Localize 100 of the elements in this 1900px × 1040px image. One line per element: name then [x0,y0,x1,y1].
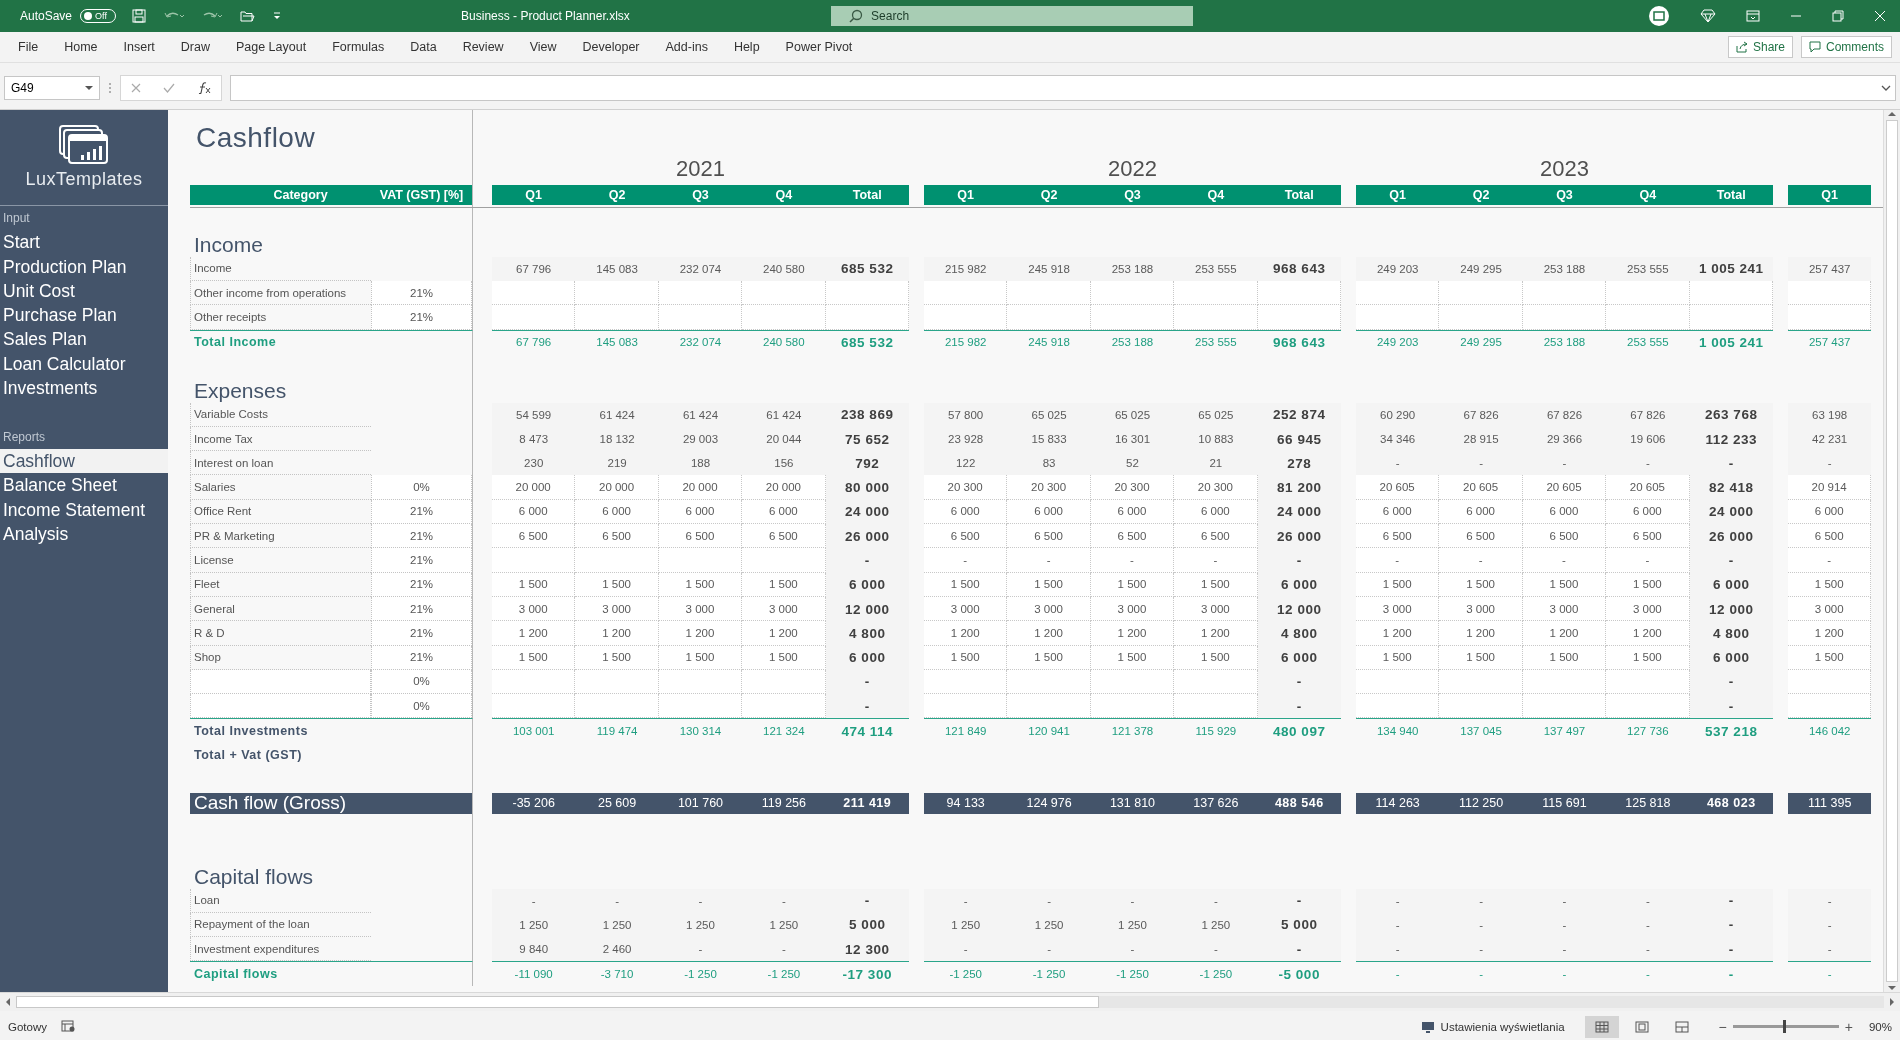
ribbon-tab[interactable]: Home [52,40,110,54]
table-cell-text: - [1727,552,1735,570]
sidebar-item[interactable]: Unit Cost [0,278,168,304]
sidebar-item[interactable]: Analysis [0,521,168,547]
macro-record-icon[interactable] [61,1019,75,1032]
close-icon[interactable] [1874,10,1886,22]
table-cell-text: 112 233 [1704,430,1759,449]
vat-cell: 21% [371,645,472,670]
horizontal-scrollbar[interactable] [0,992,1900,1011]
folder-icon[interactable] [240,10,256,22]
zoom-out-button[interactable]: − [1718,1018,1727,1035]
table-cell-text: 685 532 [840,333,895,352]
table-cell-text: 121 378 [1110,724,1155,740]
table-cell-text: 19 606 [1629,432,1667,447]
ribbon-tab[interactable]: Page Layout [223,40,319,54]
sidebar-item[interactable]: Loan Calculator [0,351,168,377]
logo-icon [59,125,109,165]
function-icon[interactable] [197,82,211,94]
table-cell: 6 000 [1174,499,1258,525]
year-label: 2021 [675,155,726,183]
ribbon-tab[interactable]: File [6,40,51,54]
display-settings-link[interactable]: Ustawienia wyświetlania [1440,1020,1565,1033]
expand-icon[interactable] [1881,85,1891,91]
search-field[interactable]: Search [831,6,1194,26]
table-cell-text: 215 982 [943,261,988,277]
table-cell-text: 75 652 [844,430,891,449]
table-cell: 6 500 [1522,524,1607,549]
ribbon-tab[interactable]: Review [450,40,516,54]
sidebar-item[interactable]: Income Statement [0,497,168,522]
table-cell-text: - [1561,942,1568,958]
table-cell-text: 16 301 [1113,432,1152,447]
ribbon-tab[interactable]: Power Pivot [773,40,865,54]
zoom-slider-thumb[interactable] [1782,1020,1786,1033]
zoom-level[interactable]: 90% [1868,1020,1892,1033]
share-button[interactable]: Share [1727,36,1793,58]
customize-icon[interactable] [273,11,282,21]
name-box[interactable]: G49 [4,76,100,100]
sidebar-item[interactable]: Investments [0,376,168,401]
ribbon-tab[interactable]: Add-ins [653,40,720,54]
ribbon-tab[interactable]: Help [721,40,772,54]
vertical-scrollbar[interactable] [1883,110,1900,992]
sidebar-item[interactable]: Production Plan [0,254,168,279]
table-cell-text: - [1295,940,1303,959]
table-cell: 1 500 [924,572,1008,597]
table-cell: 1 500 [1522,645,1607,670]
ribbon-tab[interactable]: Formulas [320,40,397,54]
table-cell: 1 200 [1439,621,1523,646]
table-cell-text: -1 250 [1031,967,1067,983]
sidebar-item[interactable]: Cashflow [0,448,168,474]
table-cell-text: 67 796 [515,261,553,277]
table-cell-text: 120 941 [1027,724,1071,740]
save-icon[interactable] [132,9,147,23]
normal-view-button[interactable] [1584,1015,1619,1038]
account-icon[interactable] [1648,5,1670,27]
ribbon-display-icon[interactable] [1746,10,1760,22]
table-cell-text: 111 395 [1807,795,1853,813]
table-cell: 20 000 [658,475,743,500]
ribbon-tab[interactable]: Developer [570,40,652,54]
comments-button[interactable]: Comments [1801,36,1892,58]
ribbon-tab[interactable]: Data [398,40,449,54]
table-cell-text: 125 818 [1624,795,1672,813]
column-header: Q2 [1007,184,1091,206]
table-cell: 3 000 [924,596,1008,622]
zoom-in-button[interactable]: + [1844,1018,1853,1035]
total-label: Total Investments [193,723,308,741]
scrollbar-thumb[interactable] [16,996,1100,1008]
table-cell-text: 137 045 [1459,724,1503,740]
table-cell-text: 115 929 [1194,724,1238,740]
table-cell: 1 500 [575,645,659,670]
table-cell-text: 249 203 [1375,261,1420,277]
display-settings-icon[interactable] [1420,1020,1435,1033]
diamond-icon[interactable] [1700,9,1716,23]
table-cell: 1 200 [658,621,743,646]
table-cell-text: -1 250 [1198,967,1234,983]
table-cell-text: 253 555 [1194,261,1238,277]
table-cell-text: - [1478,942,1484,958]
sidebar-item[interactable]: Sales Plan [0,327,168,352]
sidebar-item[interactable]: Balance Sheet [0,473,168,498]
scroll-left-icon[interactable] [4,997,12,1007]
scroll-up-icon[interactable] [1887,110,1897,118]
table-cell-text: 83 [1041,456,1057,472]
table-cell: 1 500 [1606,645,1690,670]
table-cell-text: - [1561,967,1568,983]
ribbon-tab[interactable]: Insert [111,40,167,54]
formula-input[interactable] [230,75,1896,101]
scroll-right-icon[interactable] [1888,997,1896,1007]
sidebar-item[interactable]: Purchase Plan [0,303,168,328]
restore-icon[interactable] [1832,10,1844,22]
table-cell-text: 253 188 [1542,335,1587,351]
ribbon-tab[interactable]: View [517,40,569,54]
table-cell-text: 253 188 [1110,335,1155,351]
table-cell: 1 500 [1090,572,1175,597]
sidebar-item[interactable]: Start [0,230,168,255]
scrollbar-thumb[interactable] [1886,120,1898,982]
table-cell-text: 1 250 [1033,917,1065,933]
ribbon-tab[interactable]: Draw [168,40,222,54]
table-cell-text: 240 580 [762,335,806,351]
band-label: Cash flow (Gross) [190,793,472,814]
check-icon[interactable] [163,83,175,93]
table-cell: 3 000 [1356,596,1440,622]
